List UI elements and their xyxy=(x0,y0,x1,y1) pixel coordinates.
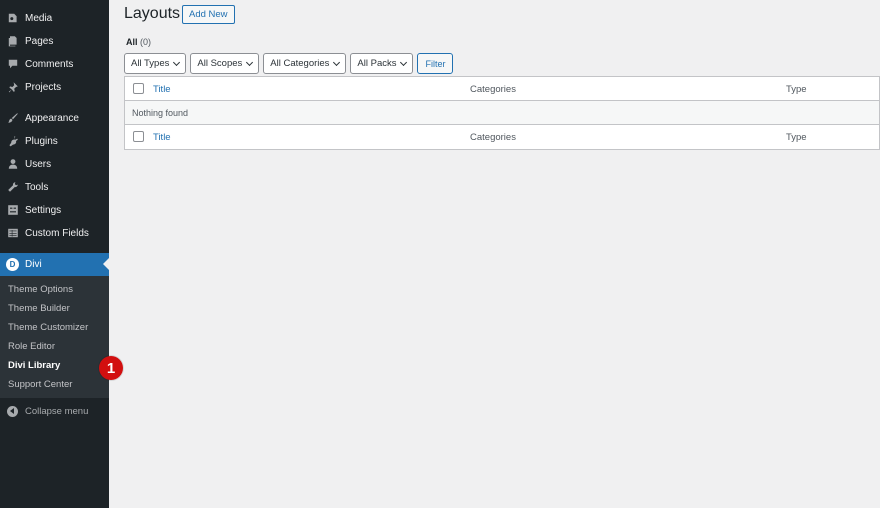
wrench-icon xyxy=(6,181,19,194)
sidebar-item-plugins[interactable]: Plugins xyxy=(0,130,109,152)
chevron-down-icon xyxy=(400,58,408,66)
filter-bar: All Types All Scopes All Categories All … xyxy=(124,53,454,74)
view-all-label: All xyxy=(126,37,138,47)
media-icon xyxy=(6,12,19,25)
chevron-down-icon xyxy=(246,58,254,66)
sidebar-item-label: Plugins xyxy=(25,135,58,147)
step-number-badge: 1 xyxy=(99,356,123,380)
sidebar-item-label: Settings xyxy=(25,204,62,216)
column-title-header[interactable]: Title xyxy=(153,84,171,95)
column-categories-footer: Categories xyxy=(470,132,516,143)
admin-sidebar: Media Pages Comments Projects Appearance… xyxy=(0,0,109,508)
sidebar-item-appearance[interactable]: Appearance xyxy=(0,107,109,129)
empty-message: Nothing found xyxy=(132,108,189,118)
comments-icon xyxy=(6,58,19,71)
submenu-item-theme-options[interactable]: Theme Options xyxy=(8,284,73,295)
sidebar-item-label: Pages xyxy=(25,35,54,47)
sidebar-item-label: Media xyxy=(25,12,53,24)
sidebar-item-settings[interactable]: Settings xyxy=(0,199,109,221)
main-content: Layouts Add New All (0) All Types All Sc… xyxy=(124,0,880,508)
table-footer-row: Title Categories Type xyxy=(125,125,879,149)
chevron-down-icon xyxy=(173,58,181,66)
scopes-select[interactable]: All Scopes xyxy=(190,53,260,74)
plugin-icon xyxy=(6,135,19,148)
sidebar-item-comments[interactable]: Comments xyxy=(0,53,109,75)
pages-icon xyxy=(6,35,19,48)
types-select[interactable]: All Types xyxy=(124,53,187,74)
collapse-menu-button[interactable]: Collapse menu xyxy=(0,402,109,420)
submenu-item-divi-library[interactable]: Divi Library xyxy=(8,360,60,371)
divi-icon: D xyxy=(6,258,19,271)
select-all-checkbox-footer[interactable] xyxy=(133,131,144,142)
sidebar-item-users[interactable]: Users xyxy=(0,153,109,175)
collapse-menu-label: Collapse menu xyxy=(25,405,89,417)
select-value: All Scopes xyxy=(197,58,243,69)
chevron-down-icon xyxy=(333,58,341,66)
categories-select[interactable]: All Categories xyxy=(263,53,347,74)
sidebar-item-label: Users xyxy=(25,158,52,170)
pin-icon xyxy=(6,81,19,94)
filter-button[interactable]: Filter xyxy=(417,53,454,74)
select-all-checkbox[interactable] xyxy=(133,83,144,94)
sidebar-item-media[interactable]: Media xyxy=(0,7,109,29)
column-title-footer[interactable]: Title xyxy=(153,132,171,143)
column-categories-header: Categories xyxy=(470,84,516,95)
select-value: All Packs xyxy=(357,58,397,69)
packs-select[interactable]: All Packs xyxy=(350,53,414,74)
submenu-item-theme-builder[interactable]: Theme Builder xyxy=(8,303,70,314)
select-value: All Types xyxy=(131,58,170,69)
empty-row: Nothing found xyxy=(125,101,879,125)
select-value: All Categories xyxy=(270,58,330,69)
column-type-footer: Type xyxy=(786,132,807,143)
sidebar-item-label: Divi xyxy=(25,259,42,270)
sidebar-item-label: Projects xyxy=(25,81,62,93)
sidebar-item-projects[interactable]: Projects xyxy=(0,76,109,98)
add-new-button[interactable]: Add New xyxy=(182,5,235,24)
sidebar-item-tools[interactable]: Tools xyxy=(0,176,109,198)
column-type-header: Type xyxy=(786,84,807,95)
table-icon xyxy=(6,227,19,240)
view-filter-all[interactable]: All (0) xyxy=(126,37,151,47)
layouts-table: Title Categories Type Nothing found Titl… xyxy=(124,76,880,150)
sidebar-item-label: Custom Fields xyxy=(25,227,89,239)
submenu-item-theme-customizer[interactable]: Theme Customizer xyxy=(8,322,88,333)
collapse-icon xyxy=(7,405,18,417)
brush-icon xyxy=(6,112,19,125)
active-indicator xyxy=(103,258,109,270)
table-header-row: Title Categories Type xyxy=(125,77,879,101)
sidebar-item-custom-fields[interactable]: Custom Fields xyxy=(0,222,109,244)
settings-icon xyxy=(6,204,19,217)
divi-submenu: Theme Options Theme Builder Theme Custom… xyxy=(0,276,109,398)
sidebar-item-label: Comments xyxy=(25,58,74,70)
sidebar-item-divi[interactable]: D Divi xyxy=(0,253,109,276)
view-all-count: (0) xyxy=(140,37,152,47)
page-title: Layouts xyxy=(124,5,181,22)
submenu-item-role-editor[interactable]: Role Editor xyxy=(8,341,55,352)
sidebar-item-label: Appearance xyxy=(25,112,79,124)
sidebar-item-pages[interactable]: Pages xyxy=(0,30,109,52)
user-icon xyxy=(6,158,19,171)
sidebar-item-label: Tools xyxy=(25,181,49,193)
submenu-item-support-center[interactable]: Support Center xyxy=(8,379,72,390)
